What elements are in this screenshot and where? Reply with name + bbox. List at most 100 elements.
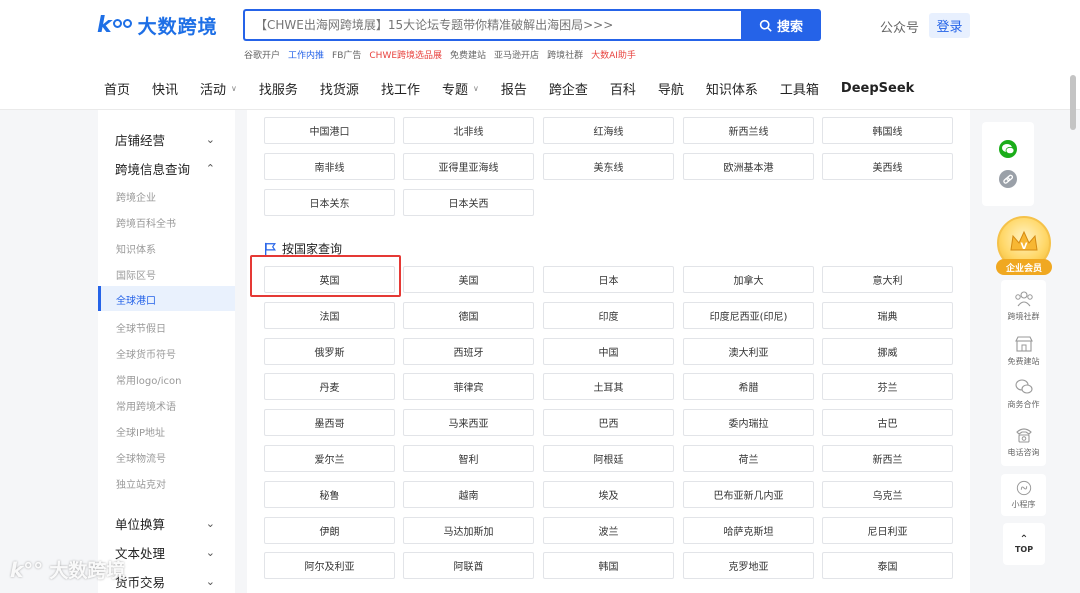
port-query-button[interactable]: 古巴 bbox=[822, 409, 953, 436]
nav-item[interactable]: 首页 bbox=[104, 79, 130, 98]
hot-link[interactable]: 大数AI助手 bbox=[591, 48, 636, 61]
back-to-top-button[interactable]: ⌃ TOP bbox=[1003, 523, 1045, 565]
nav-item[interactable]: 知识体系 bbox=[706, 79, 758, 98]
sidebar-item[interactable]: 全球物流号 bbox=[116, 450, 166, 465]
wechat-icon[interactable] bbox=[999, 140, 1017, 158]
business-button[interactable]: 商务合作 bbox=[1001, 378, 1046, 410]
nav-item[interactable]: 找货源 bbox=[320, 79, 359, 98]
port-query-button[interactable]: 泰国 bbox=[822, 552, 953, 579]
nav-item[interactable]: 跨企查 bbox=[549, 79, 588, 98]
port-query-button[interactable]: 土耳其 bbox=[543, 373, 674, 400]
hot-link[interactable]: 亚马逊开店 bbox=[494, 48, 539, 61]
port-query-button[interactable]: 马来西亚 bbox=[403, 409, 534, 436]
phone-button[interactable]: 电话咨询 bbox=[1001, 426, 1046, 458]
port-query-button[interactable]: 秘鲁 bbox=[264, 481, 395, 508]
sidebar-group-unit[interactable]: 单位换算 ⌄ bbox=[115, 514, 215, 533]
port-query-button[interactable]: 尼日利亚 bbox=[822, 517, 953, 544]
port-query-button[interactable]: 韩国 bbox=[543, 552, 674, 579]
site-logo[interactable]: k 大数跨境 bbox=[97, 12, 218, 39]
port-query-button[interactable]: 巴布亚新几内亚 bbox=[683, 481, 814, 508]
port-query-button[interactable]: 英国 bbox=[264, 266, 395, 293]
port-query-button[interactable]: 日本关西 bbox=[403, 189, 534, 216]
port-query-button[interactable]: 亚得里亚海线 bbox=[403, 153, 534, 180]
port-query-button[interactable]: 德国 bbox=[403, 302, 534, 329]
sidebar-item[interactable]: 全球节假日 bbox=[116, 320, 166, 335]
free-site-button[interactable]: 免费建站 bbox=[1001, 335, 1046, 367]
nav-item[interactable]: 报告 bbox=[501, 79, 527, 98]
page-scrollbar[interactable] bbox=[1070, 75, 1076, 130]
port-query-button[interactable]: 希腊 bbox=[683, 373, 814, 400]
link-icon[interactable] bbox=[999, 170, 1017, 188]
sidebar-item[interactable]: 常用跨境术语 bbox=[116, 398, 176, 413]
port-query-button[interactable]: 丹麦 bbox=[264, 373, 395, 400]
port-query-button[interactable]: 俄罗斯 bbox=[264, 338, 395, 365]
port-query-button[interactable]: 委内瑞拉 bbox=[683, 409, 814, 436]
sidebar-group-store[interactable]: 店铺经营 ⌄ bbox=[115, 130, 215, 149]
sidebar-item[interactable]: 全球IP地址 bbox=[116, 424, 165, 439]
port-query-button[interactable]: 芬兰 bbox=[822, 373, 953, 400]
port-query-button[interactable]: 意大利 bbox=[822, 266, 953, 293]
hot-link[interactable]: 免费建站 bbox=[450, 48, 486, 61]
port-query-button[interactable]: 美西线 bbox=[822, 153, 953, 180]
port-query-button[interactable]: 南非线 bbox=[264, 153, 395, 180]
sidebar-item[interactable]: 跨境百科全书 bbox=[116, 215, 176, 230]
login-button[interactable]: 登录 bbox=[929, 13, 970, 38]
port-query-button[interactable]: 越南 bbox=[403, 481, 534, 508]
enterprise-vip-button[interactable]: V 企业会员 bbox=[996, 216, 1052, 278]
port-query-button[interactable]: 新西兰 bbox=[822, 445, 953, 472]
port-query-button[interactable]: 澳大利亚 bbox=[683, 338, 814, 365]
port-query-button[interactable]: 伊朗 bbox=[264, 517, 395, 544]
hot-link[interactable]: 工作内推 bbox=[288, 48, 324, 61]
nav-item[interactable]: 百科 bbox=[610, 79, 636, 98]
nav-item[interactable]: 工具箱 bbox=[780, 79, 819, 98]
port-query-button[interactable]: 波兰 bbox=[543, 517, 674, 544]
nav-item[interactable]: 专题 ∨ bbox=[442, 79, 479, 98]
port-query-button[interactable]: 菲律宾 bbox=[403, 373, 534, 400]
gongzhonghao-link[interactable]: 公众号 bbox=[880, 17, 919, 36]
hot-link[interactable]: 谷歌开户 bbox=[244, 48, 280, 61]
search-input[interactable] bbox=[245, 11, 741, 39]
port-query-button[interactable]: 日本关东 bbox=[264, 189, 395, 216]
port-query-button[interactable]: 阿尔及利亚 bbox=[264, 552, 395, 579]
port-query-button[interactable]: 阿联酋 bbox=[403, 552, 534, 579]
nav-item[interactable]: 导航 bbox=[658, 79, 684, 98]
mini-program-button[interactable]: 小程序 bbox=[1001, 474, 1046, 516]
hot-link[interactable]: 跨境社群 bbox=[547, 48, 583, 61]
port-query-button[interactable]: 美国 bbox=[403, 266, 534, 293]
nav-item[interactable]: 活动 ∨ bbox=[200, 79, 237, 98]
port-query-button[interactable]: 荷兰 bbox=[683, 445, 814, 472]
port-query-button[interactable]: 阿根廷 bbox=[543, 445, 674, 472]
nav-item[interactable]: 快讯 bbox=[152, 79, 178, 98]
nav-item[interactable]: DeepSeek bbox=[841, 79, 914, 98]
port-query-button[interactable]: 日本 bbox=[543, 266, 674, 293]
hot-link[interactable]: FB广告 bbox=[332, 48, 361, 61]
sidebar-item[interactable]: 知识体系 bbox=[116, 241, 156, 256]
port-query-button[interactable]: 智利 bbox=[403, 445, 534, 472]
port-query-button[interactable]: 中国 bbox=[543, 338, 674, 365]
sidebar-item[interactable]: 跨境企业 bbox=[116, 189, 156, 204]
port-query-button[interactable]: 加拿大 bbox=[683, 266, 814, 293]
hot-link[interactable]: CHWE跨境选品展 bbox=[369, 48, 442, 61]
sidebar-group-info-query[interactable]: 跨境信息查询 ⌃ bbox=[115, 159, 215, 178]
port-query-button[interactable]: 印度 bbox=[543, 302, 674, 329]
sidebar-group-currency[interactable]: 货币交易 ⌄ bbox=[115, 572, 215, 591]
sidebar-item[interactable]: 常用logo/icon bbox=[116, 372, 181, 387]
port-query-button[interactable]: 埃及 bbox=[543, 481, 674, 508]
port-query-button[interactable]: 克罗地亚 bbox=[683, 552, 814, 579]
port-query-button[interactable]: 墨西哥 bbox=[264, 409, 395, 436]
nav-item[interactable]: 找工作 bbox=[381, 79, 420, 98]
nav-item[interactable]: 找服务 bbox=[259, 79, 298, 98]
port-query-button[interactable]: 中国港口 bbox=[264, 117, 395, 144]
sidebar-group-text[interactable]: 文本处理 ⌄ bbox=[115, 543, 215, 562]
port-query-button[interactable]: 韩国线 bbox=[822, 117, 953, 144]
sidebar-item[interactable]: 国际区号 bbox=[116, 267, 156, 282]
port-query-button[interactable]: 红海线 bbox=[543, 117, 674, 144]
port-query-button[interactable]: 乌克兰 bbox=[822, 481, 953, 508]
sidebar-item[interactable]: 全球货币符号 bbox=[116, 346, 176, 361]
port-query-button[interactable]: 印度尼西亚(印尼) bbox=[683, 302, 814, 329]
port-query-button[interactable]: 哈萨克斯坦 bbox=[683, 517, 814, 544]
sidebar-item[interactable]: 独立站克对 bbox=[116, 476, 166, 491]
port-query-button[interactable]: 西班牙 bbox=[403, 338, 534, 365]
sidebar-item-active[interactable]: 全球港口 bbox=[98, 286, 235, 311]
search-button[interactable]: 搜索 bbox=[741, 9, 821, 41]
